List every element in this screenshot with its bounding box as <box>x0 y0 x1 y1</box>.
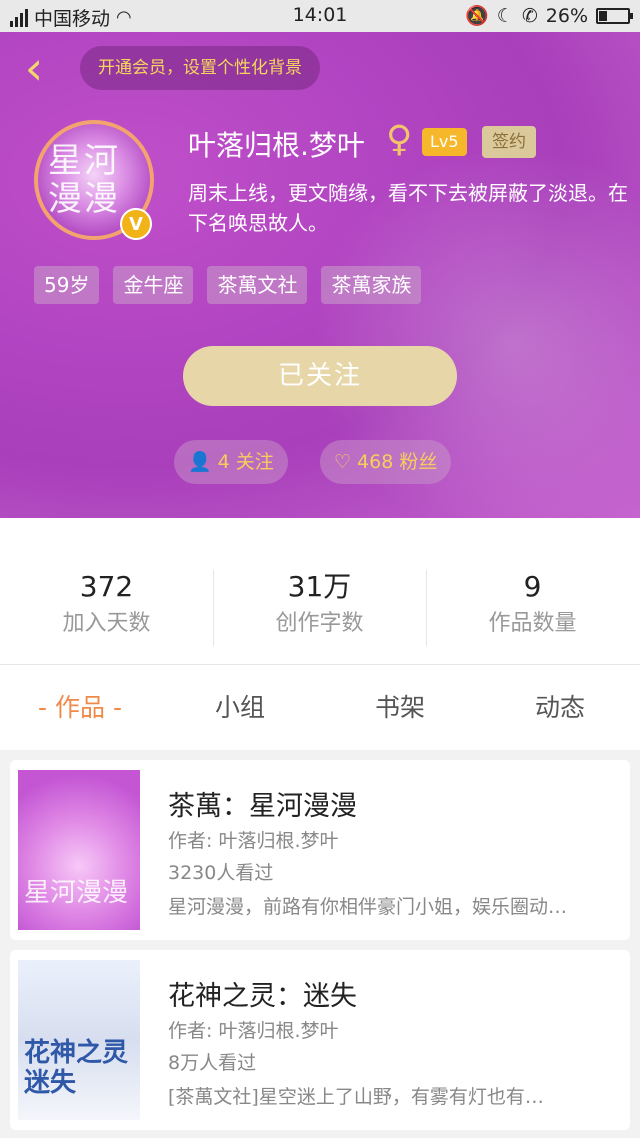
stat-label: 作品数量 <box>488 611 577 636</box>
cover-title: 花神之灵迷失 <box>24 1038 129 1098</box>
stat-label: 加入天数 <box>62 611 151 636</box>
stat-works: 9 作品数量 <box>426 570 639 640</box>
stat-label: 创作字数 <box>275 611 364 636</box>
tag-zodiac: 金牛座 <box>113 266 194 304</box>
user-bio: 周末上线，更文随缘，看不下去被屏蔽了淡退。在下名唤思故人。 <box>188 181 628 235</box>
work-description: [茶萬文社]星空迷上了山野，有雾有灯也有… <box>168 1086 544 1108</box>
hd-call-icon: ✆ <box>521 4 538 27</box>
tab-activity[interactable]: 动态 <box>480 665 640 751</box>
tag-age: 59岁 <box>34 266 100 304</box>
profile-header: ‹ 开通会员，设置个性化背景 星河 漫漫 V 叶落归根.梦叶 ♀ Lv5 签约 周… <box>0 32 640 518</box>
mute-icon: 🔕 <box>465 5 489 27</box>
work-card[interactable]: 星河漫漫 茶萬：星河漫漫 作者: 叶落归根.梦叶 3230人看过 星河漫漫，前路… <box>10 760 630 940</box>
verified-badge: V <box>120 208 152 240</box>
work-author: 作者: 叶落归根.梦叶 <box>168 1020 339 1042</box>
chevron-left-icon: ‹ <box>24 41 44 95</box>
work-title[interactable]: 花神之灵：迷失 <box>168 974 357 1013</box>
level-badge: Lv5 <box>422 128 467 156</box>
moon-icon: ☾ <box>496 4 514 27</box>
book-cover[interactable]: 花神之灵迷失 <box>18 960 140 1120</box>
vip-promo-button[interactable]: 开通会员，设置个性化背景 <box>80 46 320 90</box>
status-bar: 中国移动 ◠ 14:01 🔕 ☾ ✆ 26% <box>0 0 640 32</box>
signed-badge: 签约 <box>482 126 536 158</box>
content-tabs: - 作品 - 小组 书架 动态 <box>0 664 640 750</box>
stat-days: 372 加入天数 <box>0 570 213 640</box>
heart-icon: ♡ <box>334 451 352 473</box>
status-right: 🔕 ☾ ✆ 26% <box>465 4 633 27</box>
follow-button[interactable]: 已关注 <box>183 346 457 406</box>
work-author: 作者: 叶落归根.梦叶 <box>168 830 339 852</box>
tab-works[interactable]: - 作品 - <box>0 665 160 751</box>
stat-value: 31万 <box>287 570 352 603</box>
cover-title: 星河漫漫 <box>24 878 129 908</box>
tab-groups[interactable]: 小组 <box>160 665 320 751</box>
following-button[interactable]: 👤 4 关注 <box>174 440 288 484</box>
work-views: 8万人看过 <box>168 1052 257 1074</box>
username: 叶落归根.梦叶 <box>188 129 365 162</box>
following-count: 4 关注 <box>217 451 274 473</box>
tag-family[interactable]: 茶萬家族 <box>321 266 422 304</box>
stat-value: 372 <box>79 570 134 603</box>
work-card[interactable]: 花神之灵迷失 花神之灵：迷失 作者: 叶落归根.梦叶 8万人看过 [茶萬文社]星… <box>10 950 630 1130</box>
book-cover[interactable]: 星河漫漫 <box>18 770 140 930</box>
work-title[interactable]: 茶萬：星河漫漫 <box>168 784 357 823</box>
fans-button[interactable]: ♡ 468 粉丝 <box>320 440 452 484</box>
work-description: 星河漫漫，前路有你相伴豪门小姐，娱乐圈动… <box>168 896 568 918</box>
tag-society[interactable]: 茶萬文社 <box>207 266 308 304</box>
stats-panel: 372 加入天数 31万 创作字数 9 作品数量 <box>0 518 640 664</box>
battery-percent: 26% <box>545 4 588 27</box>
tab-bookshelf[interactable]: 书架 <box>320 665 480 751</box>
back-button[interactable]: ‹ <box>14 45 54 94</box>
stat-words: 31万 创作字数 <box>213 570 426 640</box>
work-views: 3230人看过 <box>168 862 274 884</box>
fans-count: 468 粉丝 <box>357 451 438 473</box>
user-plus-icon: 👤 <box>188 451 212 473</box>
battery-icon <box>596 7 633 24</box>
avatar-art: 星河 漫漫 <box>48 141 120 219</box>
stat-value: 9 <box>523 570 542 603</box>
female-icon: ♀ <box>386 119 413 160</box>
profile-tags: 59岁 金牛座 茶萬文社 茶萬家族 <box>34 266 422 304</box>
